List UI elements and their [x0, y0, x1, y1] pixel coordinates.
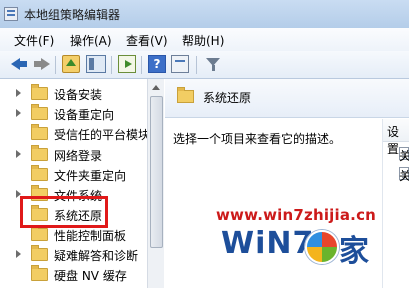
menu-bar: 文件(F) 操作(A) 查看(V) 帮助(H) [0, 28, 409, 52]
expand-arrow-icon[interactable] [16, 109, 21, 117]
settings-list: 设置 关 关 [382, 119, 409, 288]
tree-item-device-install[interactable]: 设备安装 [0, 84, 147, 103]
tree-pane: 设备安装 设备重定向 受信任的平台模块 网络登录 文件夹重定向 文件系统 系统还… [0, 79, 148, 288]
toolbar: ? [0, 51, 409, 79]
tree-item-label: 网络登录 [54, 149, 103, 163]
tree-item-label: 设备安装 [54, 88, 103, 102]
tree-item-label: 疑难解答和诊断 [54, 249, 139, 263]
app-icon [4, 7, 18, 21]
tree-item-label: 性能控制面板 [54, 229, 127, 243]
title-bar: 本地组策略编辑器 [0, 0, 409, 29]
view-icon[interactable] [171, 55, 189, 73]
tree-item-label: 设备重定向 [54, 108, 115, 122]
tree-item-device-redirect[interactable]: 设备重定向 [0, 104, 147, 123]
settings-row[interactable]: 关 [383, 166, 409, 184]
folder-icon [31, 245, 48, 261]
menu-view[interactable]: 查看(V) [126, 32, 168, 49]
forward-icon[interactable] [33, 55, 51, 73]
folder-icon [31, 124, 48, 140]
filter-icon[interactable] [204, 55, 222, 73]
watermark-logo: WiN7 家 [221, 224, 381, 269]
folder-icon [31, 145, 48, 161]
menu-file[interactable]: 文件(F) [14, 32, 54, 49]
tree-item-net-logon[interactable]: 网络登录 [0, 145, 147, 164]
toolbar-separator [141, 56, 142, 74]
watermark-logo-text: WiN7 [221, 226, 315, 261]
watermark-url: www.win7zhijia.cn [216, 206, 377, 224]
tree-item-label: 硬盘 NV 缓存 [54, 269, 127, 283]
folder-icon [31, 165, 48, 181]
back-icon[interactable] [10, 55, 28, 73]
settings-row-label: 关 [399, 149, 409, 163]
windows-flag-icon [305, 230, 339, 264]
folder-icon [31, 225, 48, 241]
show-tree-icon[interactable] [86, 55, 106, 73]
folder-icon [31, 84, 48, 100]
menu-action[interactable]: 操作(A) [70, 32, 112, 49]
tree-item-hdd-nv-cache[interactable]: 硬盘 NV 缓存 [0, 265, 147, 284]
tree-item-label: 文件夹重定向 [54, 169, 127, 183]
tree-scrollbar[interactable] [147, 79, 164, 288]
selection-highlight-box [20, 196, 108, 228]
expand-arrow-icon[interactable] [16, 89, 21, 97]
menu-help[interactable]: 帮助(H) [182, 32, 224, 49]
tree-item-tpm[interactable]: 受信任的平台模块 [0, 124, 147, 143]
settings-column-header[interactable]: 设置 [383, 119, 409, 156]
details-description: 选择一个项目来查看它的描述。 [173, 132, 342, 146]
folder-icon [31, 265, 48, 281]
settings-row[interactable]: 关 [383, 146, 409, 164]
toolbar-separator [196, 56, 197, 74]
expand-arrow-icon[interactable] [16, 150, 21, 158]
help-icon[interactable]: ? [148, 55, 166, 73]
window-title: 本地组策略编辑器 [24, 8, 121, 22]
folder-icon [31, 104, 48, 120]
details-header: 系统还原 [165, 79, 409, 118]
export-icon[interactable] [118, 55, 136, 73]
tree-item-label: 受信任的平台模块 [54, 128, 148, 142]
toolbar-separator [55, 56, 56, 74]
tree-item-troubleshooting[interactable]: 疑难解答和诊断 [0, 245, 147, 264]
folder-icon [177, 87, 194, 103]
watermark-logo-suffix: 家 [339, 234, 369, 269]
up-icon[interactable] [62, 55, 80, 73]
scroll-up-icon[interactable] [152, 85, 160, 90]
tree-item-folder-redirect[interactable]: 文件夹重定向 [0, 165, 147, 184]
settings-row-label: 关 [399, 169, 409, 183]
scrollbar-thumb[interactable] [150, 96, 163, 248]
expand-arrow-icon[interactable] [16, 250, 21, 258]
toolbar-separator [111, 56, 112, 74]
details-title: 系统还原 [203, 91, 252, 105]
